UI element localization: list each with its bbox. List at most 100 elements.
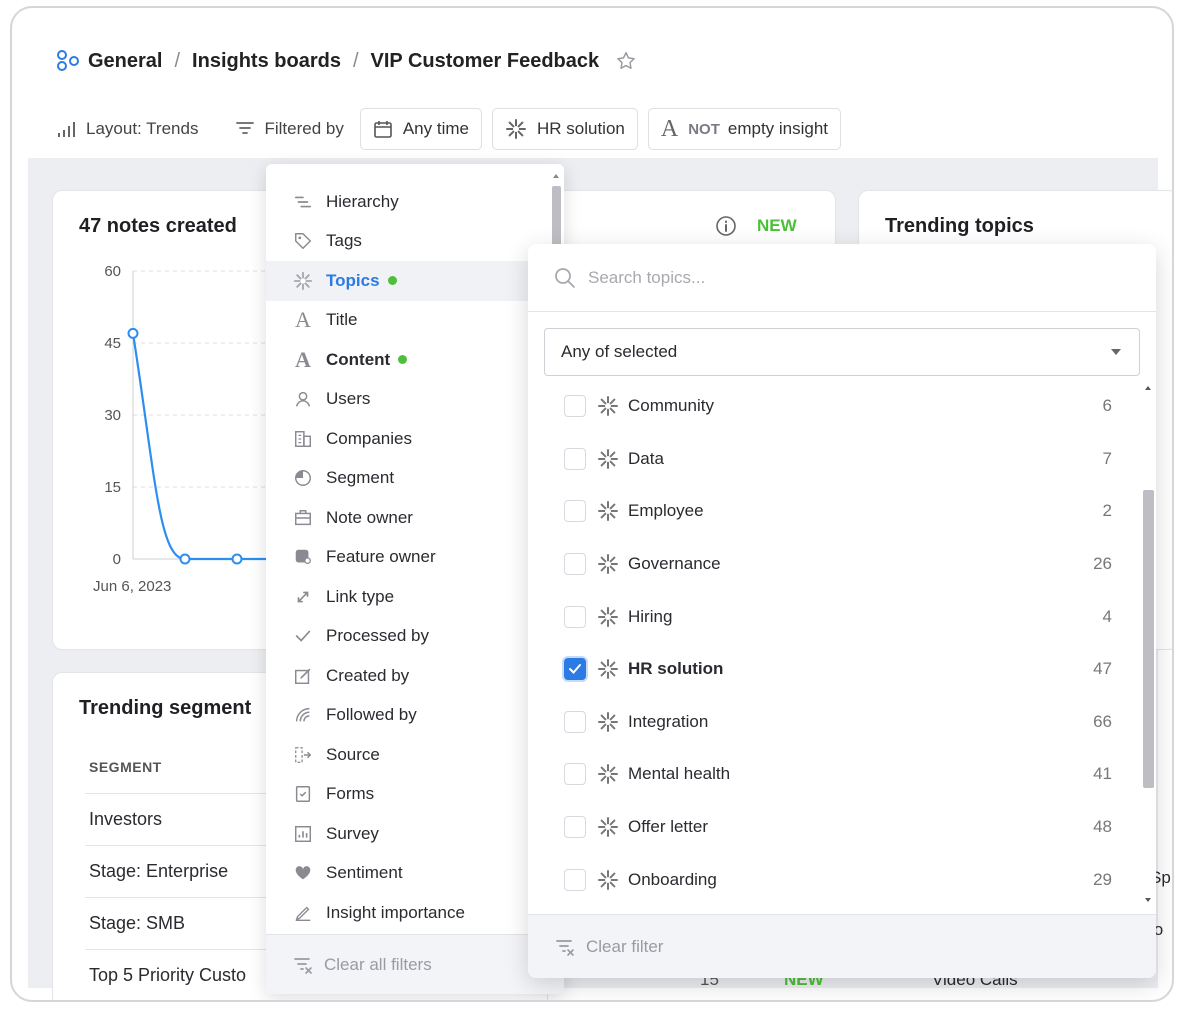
topic-icon bbox=[596, 499, 620, 523]
filter-field-source[interactable]: Source bbox=[266, 735, 550, 775]
content-filter-chip[interactable]: A NOT empty insight bbox=[647, 108, 842, 150]
filter-field-label: Forms bbox=[326, 784, 375, 804]
filter-field-label: Followed by bbox=[326, 705, 417, 725]
topic-checkbox[interactable] bbox=[564, 395, 586, 418]
data-point bbox=[179, 553, 191, 565]
topic-option-employee[interactable]: Employee 2 bbox=[528, 485, 1138, 538]
topic-count: 29 bbox=[1093, 869, 1112, 889]
source-icon bbox=[292, 744, 314, 766]
filter-icon bbox=[236, 122, 255, 134]
clear-filter-icon bbox=[294, 957, 312, 974]
y-tick-label: 60 bbox=[104, 263, 121, 280]
filter-field-sentiment[interactable]: Sentiment bbox=[266, 854, 550, 894]
calendar-icon bbox=[374, 121, 392, 138]
star-icon[interactable] bbox=[615, 50, 637, 72]
importance-icon bbox=[292, 902, 314, 924]
topic-checkbox[interactable] bbox=[564, 816, 586, 839]
topic-checkbox[interactable] bbox=[564, 868, 586, 891]
heart-icon bbox=[292, 862, 314, 884]
filter-field-list: Hierarchy Tags Topics A Title A Content Users Co… bbox=[266, 182, 550, 933]
topic-filter-label: HR solution bbox=[536, 119, 625, 138]
filtered-by-label: Filtered by bbox=[264, 119, 344, 138]
breadcrumb-item-insights-boards[interactable]: Insights boards bbox=[192, 50, 341, 73]
filter-field-topics[interactable]: Topics bbox=[266, 261, 550, 301]
filter-field-segment[interactable]: Segment bbox=[266, 459, 550, 499]
new-badge: NEW bbox=[757, 216, 797, 235]
time-filter-label: Any time bbox=[402, 119, 469, 138]
filter-field-forms[interactable]: Forms bbox=[266, 775, 550, 815]
filter-field-content[interactable]: A Content bbox=[266, 340, 550, 380]
topic-option-hr-solution[interactable]: HR solution 47 bbox=[528, 643, 1138, 696]
filter-field-label: Insight importance bbox=[326, 902, 465, 922]
filter-field-companies[interactable]: Companies bbox=[266, 419, 550, 459]
topic-checkbox[interactable] bbox=[564, 500, 586, 523]
filter-field-hierarchy[interactable]: Hierarchy bbox=[266, 182, 550, 222]
filter-field-label: Segment bbox=[326, 468, 395, 488]
topic-icon bbox=[505, 119, 526, 139]
content-icon: A bbox=[295, 346, 311, 372]
check-icon bbox=[292, 625, 314, 647]
filter-field-users[interactable]: Users bbox=[266, 380, 550, 420]
segment-name: Top 5 Priority Custo bbox=[89, 965, 247, 985]
topic-option-list: Community 6 Data 7 Employee 2 Governance 26 Hiri… bbox=[528, 380, 1138, 900]
breadcrumb-separator: / bbox=[174, 49, 181, 72]
y-tick-label: 45 bbox=[104, 335, 121, 352]
topic-option-offer-letter[interactable]: Offer letter 48 bbox=[528, 801, 1138, 854]
topic-list-scrollbar[interactable] bbox=[1140, 380, 1156, 910]
filter-field-processed-by[interactable]: Processed by bbox=[266, 617, 550, 657]
topics-filter-panel: Any of selected Community 6 Data 7 Employee 2… bbox=[528, 244, 1156, 978]
topic-icon bbox=[596, 710, 620, 734]
topic-name: Governance bbox=[628, 554, 721, 574]
time-filter-chip[interactable]: Any time bbox=[359, 108, 482, 150]
topic-count: 26 bbox=[1093, 554, 1112, 574]
title-icon: A bbox=[660, 115, 679, 142]
topic-checkbox[interactable] bbox=[564, 763, 586, 786]
topic-option-onboarding[interactable]: Onboarding 29 bbox=[528, 853, 1138, 900]
topic-icon bbox=[292, 270, 314, 292]
breadcrumb: General / Insights boards / VIP Customer… bbox=[56, 48, 637, 74]
topic-checkbox[interactable] bbox=[564, 447, 586, 470]
topic-icon bbox=[596, 447, 620, 471]
segment-column-header: SEGMENT bbox=[89, 759, 162, 775]
y-tick-label: 0 bbox=[113, 551, 121, 568]
topic-checkbox[interactable] bbox=[564, 658, 586, 681]
topic-checkbox[interactable] bbox=[564, 553, 586, 576]
filtered-by[interactable]: Filtered by bbox=[234, 118, 344, 140]
topic-option-mental-health[interactable]: Mental health 41 bbox=[528, 748, 1138, 801]
filter-field-title[interactable]: A Title bbox=[266, 301, 550, 341]
topic-option-data[interactable]: Data 7 bbox=[528, 433, 1138, 486]
topic-icon bbox=[596, 657, 620, 681]
topic-option-hiring[interactable]: Hiring 4 bbox=[528, 590, 1138, 643]
filter-field-note-owner[interactable]: Note owner bbox=[266, 498, 550, 538]
topic-search-input[interactable] bbox=[588, 267, 1088, 288]
topic-count: 47 bbox=[1093, 659, 1112, 679]
segment-name: Stage: Enterprise bbox=[89, 861, 229, 881]
topic-option-community[interactable]: Community 6 bbox=[528, 380, 1138, 433]
topic-option-governance[interactable]: Governance 26 bbox=[528, 538, 1138, 591]
info-icon[interactable] bbox=[715, 215, 737, 237]
clear-filter-button[interactable]: Clear filter bbox=[528, 914, 1156, 978]
filter-field-created-by[interactable]: Created by bbox=[266, 656, 550, 696]
topic-option-integration[interactable]: Integration 66 bbox=[528, 696, 1138, 749]
link-icon bbox=[292, 586, 314, 608]
filter-field-tags[interactable]: Tags bbox=[266, 222, 550, 262]
filter-field-followed-by[interactable]: Followed by bbox=[266, 696, 550, 736]
filter-field-survey[interactable]: Survey bbox=[266, 814, 550, 854]
topic-checkbox[interactable] bbox=[564, 605, 586, 628]
topic-checkbox[interactable] bbox=[564, 710, 586, 733]
layout-label: Layout: Trends bbox=[86, 119, 199, 138]
match-mode-select[interactable]: Any of selected bbox=[544, 328, 1140, 376]
clear-all-filters-button[interactable]: Clear all filters bbox=[266, 934, 564, 994]
clear-filter-icon bbox=[556, 939, 574, 956]
filter-field-feature-owner[interactable]: Feature owner bbox=[266, 538, 550, 578]
topic-icon bbox=[596, 815, 620, 839]
breadcrumb-item-general[interactable]: General bbox=[88, 50, 162, 73]
chevron-down-icon bbox=[1111, 349, 1121, 355]
topic-icon bbox=[596, 394, 620, 418]
filter-field-insight-importance[interactable]: Insight importance bbox=[266, 893, 550, 933]
checkmark-icon bbox=[569, 664, 581, 675]
topic-filter-chip[interactable]: HR solution bbox=[491, 108, 638, 150]
layout-selector[interactable]: Layout: Trends bbox=[56, 118, 198, 140]
topic-count: 6 bbox=[1102, 396, 1112, 416]
filter-field-link-type[interactable]: Link type bbox=[266, 577, 550, 617]
